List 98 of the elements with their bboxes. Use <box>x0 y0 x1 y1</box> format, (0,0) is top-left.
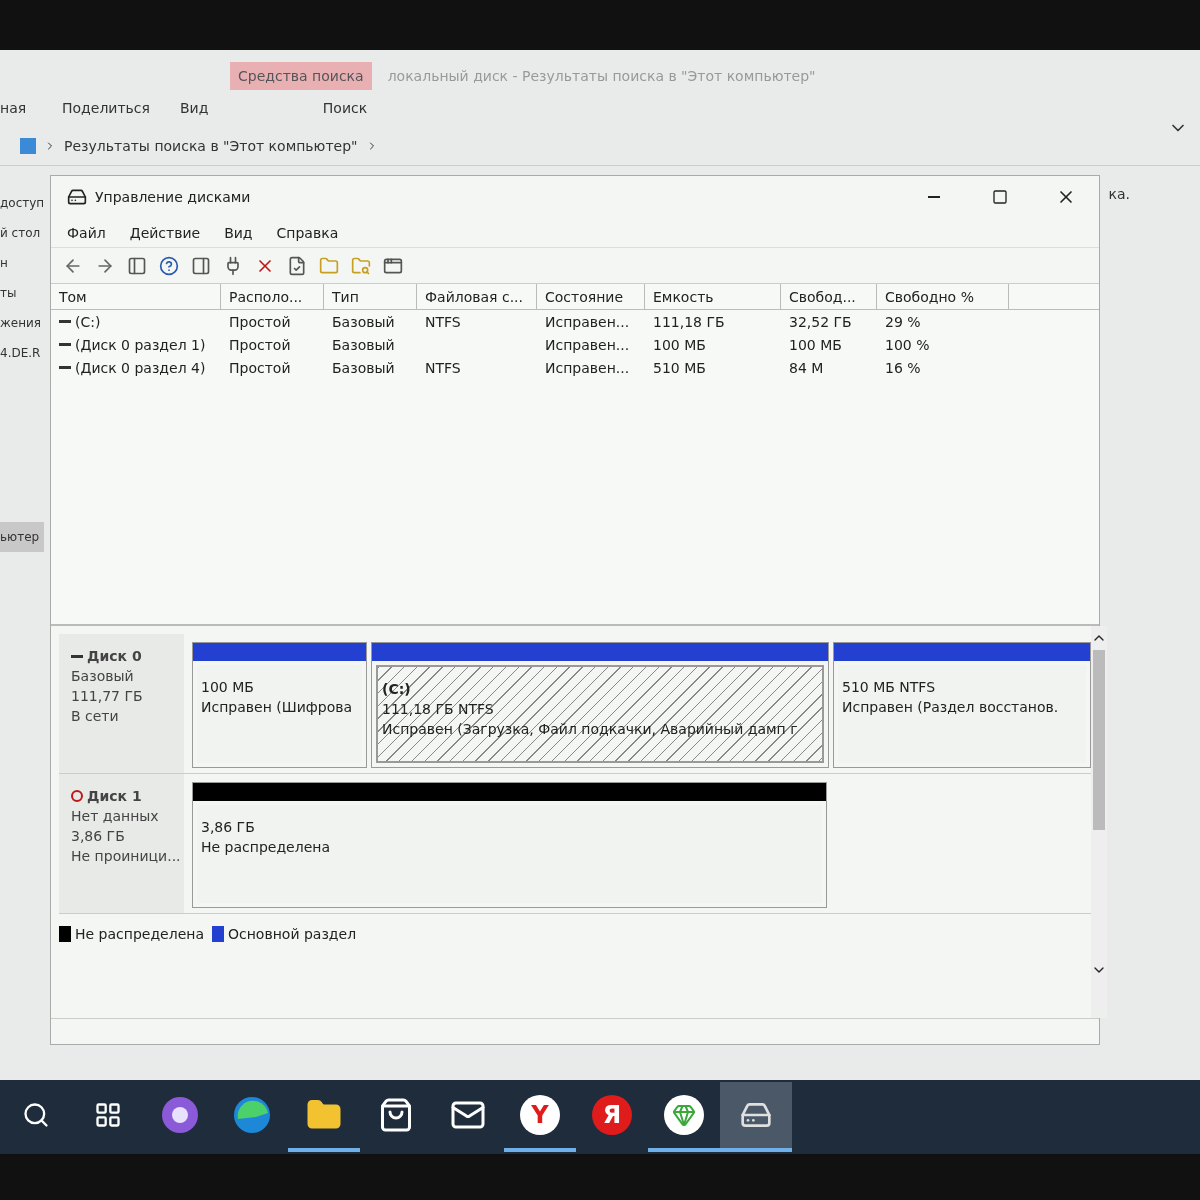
column-header[interactable]: Файловая с... <box>417 284 537 309</box>
ribbon-context-tab[interactable]: Средства поиска <box>230 62 372 90</box>
disk-info: В сети <box>71 707 120 726</box>
ribbon-tab[interactable]: ная <box>0 98 62 118</box>
sidebar-item[interactable]: й стол <box>0 218 44 248</box>
task-view-icon <box>94 1101 122 1129</box>
disk-name: Диск 1 <box>87 787 142 806</box>
table-cell-text: 510 МБ <box>653 358 706 378</box>
taskbar-item[interactable]: Я <box>576 1082 648 1152</box>
gem-icon <box>664 1095 704 1135</box>
table-cell-text: 32,52 ГБ <box>789 312 852 332</box>
partition-status: Исправен (Загрузка, Файл подкачки, Аварийный дамп г <box>382 720 799 739</box>
partition-size: 510 МБ NTFS <box>842 678 937 697</box>
disk-name: Диск 0 <box>87 647 142 666</box>
store-icon <box>378 1097 414 1133</box>
table-cell-text: Простой <box>229 312 291 332</box>
browser-icon <box>232 1095 272 1135</box>
sidebar-item[interactable]: 4.DE.R <box>0 338 44 368</box>
text-fragment: ка. <box>1108 185 1130 204</box>
scrollbar[interactable] <box>1091 626 1107 1018</box>
search-icon <box>22 1101 50 1129</box>
table-cell-text: Простой <box>229 335 291 355</box>
partition-size: 3,86 ГБ <box>201 818 256 837</box>
sidebar-item[interactable]: ты <box>0 278 44 308</box>
menu-item[interactable]: Файл <box>67 222 106 243</box>
disk-info: Базовый <box>71 667 135 686</box>
ribbon-tab[interactable]: Поиск <box>280 98 410 118</box>
disk-label-panel[interactable]: Диск 1 Нет данных 3,86 ГБ Не проиници... <box>59 774 184 913</box>
partition-size: 100 МБ <box>201 678 255 697</box>
ribbon-tab[interactable]: Вид <box>180 98 280 118</box>
volume-icon <box>59 343 71 346</box>
window-title: локальный диск - Результаты поиска в "Этот компьютер" <box>387 67 816 86</box>
legend-label: Не распределена <box>75 925 204 944</box>
legend-label: Основной раздел <box>228 925 357 944</box>
partition-status: Исправен (Шифрова <box>201 698 354 717</box>
column-header[interactable]: Тип <box>324 284 417 309</box>
partition-label: (C:) <box>382 680 412 699</box>
table-cell-text: 84 М <box>789 358 824 378</box>
menu-item[interactable]: Действие <box>129 222 201 243</box>
partition-block[interactable]: 510 МБ NTFS Исправен (Раздел восстанов. <box>833 642 1091 768</box>
column-header[interactable]: Свобод... <box>781 284 877 309</box>
table-cell-text: Базовый <box>332 312 395 332</box>
partition-block[interactable]: 3,86 ГБ Не распределена <box>192 782 827 908</box>
table-cell-text: NTFS <box>425 312 461 332</box>
partition-status: Исправен (Раздел восстанов. <box>842 698 1060 717</box>
disk-info: 111,77 ГБ <box>71 687 144 706</box>
disk-info: Нет данных <box>71 807 160 826</box>
table-cell-text: 111,18 ГБ <box>653 312 725 332</box>
document-check-icon[interactable] <box>287 255 307 276</box>
volume-icon <box>59 320 71 323</box>
app-icon <box>67 187 87 207</box>
disk-label-panel[interactable]: Диск 0 Базовый 111,77 ГБ В сети <box>59 634 184 773</box>
browser-button[interactable]: Y <box>520 1095 560 1135</box>
taskbar-item[interactable]: Y <box>504 1082 576 1152</box>
menu-item[interactable]: Справка <box>276 222 339 243</box>
column-header[interactable]: Том <box>51 284 221 309</box>
table-cell-text: 29 % <box>885 312 921 332</box>
minimize-icon <box>928 196 940 198</box>
column-header[interactable]: Свободно % <box>877 284 1009 309</box>
table-cell-text: 100 МБ <box>789 335 842 355</box>
column-header[interactable]: Состояние <box>537 284 645 309</box>
table-cell-text: NTFS <box>425 358 461 378</box>
table-cell-text: Исправен... <box>545 335 630 355</box>
assistant-icon <box>161 1096 199 1134</box>
disk-info: Не проиници... <box>71 847 182 866</box>
table-cell-text: Базовый <box>332 358 395 378</box>
sidebar-item[interactable]: жения <box>0 308 44 338</box>
menu-item[interactable]: Вид <box>224 222 253 243</box>
scrollbar-thumb[interactable] <box>1093 650 1105 830</box>
volume-icon <box>59 366 71 369</box>
partition-status: Не распределена <box>201 838 331 857</box>
table-cell-text: (Диск 0 раздел 1) <box>75 335 206 355</box>
table-cell-text: 16 % <box>885 358 921 378</box>
disk-info: 3,86 ГБ <box>71 827 126 846</box>
partition-block[interactable]: 100 МБ Исправен (Шифрова <box>192 642 367 768</box>
sidebar-item[interactable]: ьютер <box>0 522 44 552</box>
column-header[interactable]: Емкость <box>645 284 781 309</box>
window-title: Управление дисками <box>95 188 251 207</box>
partition-size: 111,18 ГБ NTFS <box>382 700 495 719</box>
search-app-button[interactable]: Я <box>592 1095 632 1135</box>
sidebar-item[interactable]: доступ <box>0 188 44 218</box>
help-icon[interactable] <box>159 255 179 276</box>
column-header[interactable]: Располо... <box>221 284 324 309</box>
table-cell-text: Базовый <box>332 335 395 355</box>
sidebar-item[interactable]: н <box>0 248 44 278</box>
table-cell-text: 100 % <box>885 335 930 355</box>
panel-icon[interactable] <box>191 255 211 276</box>
table-cell-text: 100 МБ <box>653 335 706 355</box>
breadcrumb[interactable]: Результаты поиска в "Этот компьютер" <box>64 135 358 156</box>
table-cell-text: Исправен... <box>545 312 630 332</box>
partition-block[interactable]: (C:) 111,18 ГБ NTFS Исправен (Загрузка, Файл подкачки, Аварийный дамп г <box>371 642 829 768</box>
maximize-icon <box>992 189 1008 205</box>
panel-icon[interactable] <box>127 255 147 276</box>
ribbon-tab[interactable]: Поделиться <box>62 98 180 118</box>
table-cell-text: Простой <box>229 358 291 378</box>
table-cell-text: Исправен... <box>545 358 630 378</box>
table-cell-text: (C:) <box>75 312 101 332</box>
table-cell-text: (Диск 0 раздел 4) <box>75 358 206 378</box>
